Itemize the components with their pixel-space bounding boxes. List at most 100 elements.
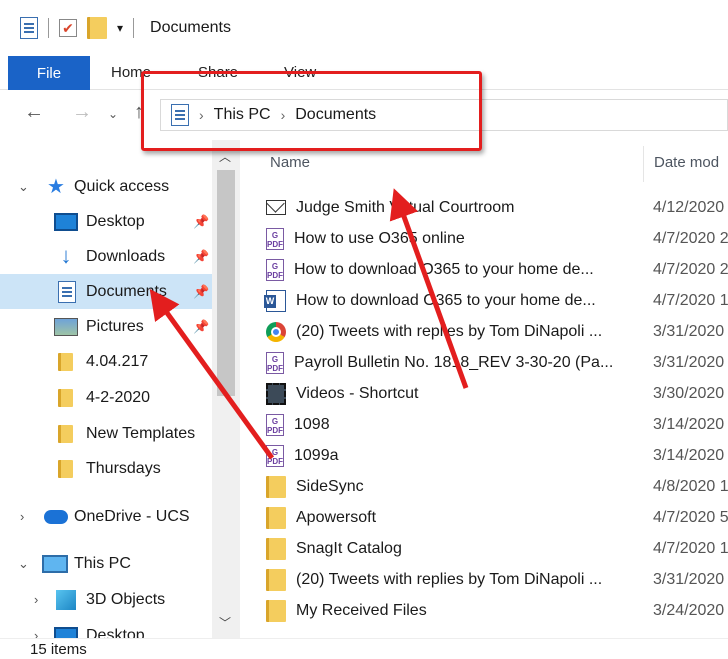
nav-label: Desktop <box>86 626 145 639</box>
forward-arrow-icon[interactable]: → <box>72 101 92 124</box>
file-name: 1098 <box>294 415 330 433</box>
cloud-icon <box>44 509 68 524</box>
column-header-date[interactable]: Date mod <box>654 154 719 171</box>
tab-view[interactable]: View <box>284 64 316 81</box>
file-name: My Received Files <box>296 601 427 619</box>
computer-icon <box>42 554 68 573</box>
breadcrumb-chevron-icon[interactable]: › <box>199 107 204 123</box>
address-bar[interactable]: › This PC › Documents <box>160 99 728 131</box>
nav-item-folder[interactable]: Thursdays <box>0 451 212 486</box>
tab-file[interactable]: File <box>8 56 90 90</box>
breadcrumb-chevron-icon[interactable]: › <box>281 107 286 123</box>
file-name: SnagIt Catalog <box>296 539 402 557</box>
expanded-chevron-icon[interactable]: ⌄ <box>18 556 29 572</box>
pin-icon[interactable]: 📌 <box>193 214 209 230</box>
toolbar-separator <box>48 18 49 38</box>
file-list: Name Date mod Judge Smith Virtual Courtr… <box>240 140 728 638</box>
back-arrow-icon[interactable]: ← <box>24 101 44 124</box>
column-header-name[interactable]: Name <box>270 154 310 171</box>
folder-icon <box>266 599 286 622</box>
nav-item-downloads[interactable]: ↓ Downloads 📌 <box>0 239 212 274</box>
file-row[interactable]: Apowersoft 4/7/2020 5 <box>266 502 728 533</box>
file-date: 3/14/2020 <box>653 446 725 464</box>
video-shortcut-icon <box>266 382 286 405</box>
file-row[interactable]: G PDF How to use O365 online 4/7/2020 2 <box>266 223 728 254</box>
file-row[interactable]: SnagIt Catalog 4/7/2020 1 <box>266 533 728 564</box>
file-date: 4/8/2020 1 <box>653 477 728 495</box>
file-row[interactable]: SideSync 4/8/2020 1 <box>266 471 728 502</box>
pin-icon[interactable]: 📌 <box>193 249 209 265</box>
file-row[interactable]: My Received Files 3/24/2020 <box>266 595 728 626</box>
item-count: 15 items <box>30 641 87 658</box>
nav-3d-objects[interactable]: › 3D Objects <box>0 582 212 617</box>
nav-item-folder[interactable]: 4.04.217 <box>0 344 212 379</box>
window-title: Documents <box>150 19 231 36</box>
folder-icon <box>58 388 73 407</box>
up-arrow-icon[interactable]: ↑ <box>134 101 144 124</box>
file-row[interactable]: Videos - Shortcut 3/30/2020 <box>266 378 728 409</box>
file-name: Payroll Bulletin No. 1818_REV 3-30-20 (P… <box>294 353 614 371</box>
file-row[interactable]: G PDF 1099a 3/14/2020 <box>266 440 728 471</box>
quick-access-dropdown-icon[interactable]: ▾ <box>117 21 123 35</box>
file-name: SideSync <box>296 477 364 495</box>
file-name: How to download O365 to your home de... <box>296 291 596 309</box>
collapsed-chevron-icon[interactable]: › <box>20 509 24 524</box>
nav-onedrive[interactable]: › OneDrive - UCS <box>0 499 212 534</box>
file-date: 3/24/2020 <box>653 601 725 619</box>
documents-location-icon <box>171 104 189 126</box>
column-divider[interactable] <box>643 146 644 182</box>
nav-desktop-pc[interactable]: › Desktop <box>0 618 212 638</box>
file-row[interactable]: G PDF How to download O365 to your home d… <box>266 254 728 285</box>
file-row[interactable]: How to download O365 to your home de... … <box>264 285 728 316</box>
nav-item-pictures[interactable]: Pictures 📌 <box>0 309 212 344</box>
pin-icon[interactable]: 📌 <box>193 284 209 300</box>
file-date: 4/7/2020 1 <box>653 291 728 309</box>
breadcrumb-this-pc[interactable]: This PC <box>214 106 271 124</box>
nav-item-desktop[interactable]: Desktop 📌 <box>0 204 212 239</box>
file-name: How to use O365 online <box>294 229 465 247</box>
file-row[interactable]: (20) Tweets with replies by Tom DiNapoli… <box>266 564 728 595</box>
file-date: 3/14/2020 <box>653 415 725 433</box>
star-icon: ★ <box>47 176 65 198</box>
scroll-down-chevron-icon[interactable]: ﹀ <box>219 614 231 631</box>
file-date: 3/31/2020 <box>653 353 725 371</box>
checkmark-icon[interactable]: ✔ <box>59 19 77 37</box>
recent-locations-chevron-icon[interactable]: ⌄ <box>108 107 118 121</box>
address-row: ← → ⌄ ↑ › This PC › Documents <box>0 91 728 139</box>
scrollbar-thumb[interactable] <box>217 170 235 396</box>
nav-this-pc[interactable]: ⌄ This PC <box>0 546 212 581</box>
breadcrumb-documents[interactable]: Documents <box>295 106 376 124</box>
tab-home[interactable]: Home <box>111 64 151 81</box>
status-bar: 15 items <box>0 638 728 659</box>
nav-item-documents[interactable]: Documents 📌 <box>0 274 212 309</box>
properties-icon[interactable] <box>20 17 38 39</box>
file-row[interactable]: G PDF Payroll Bulletin No. 1818_REV 3-30-… <box>266 347 728 378</box>
nav-item-folder[interactable]: New Templates <box>0 416 212 451</box>
cube-icon <box>56 589 76 610</box>
file-row[interactable]: G PDF 1098 3/14/2020 <box>266 409 728 440</box>
file-row[interactable]: Judge Smith Virtual Courtroom 4/12/2020 <box>266 192 728 223</box>
nav-label: 4.04.217 <box>86 352 149 370</box>
file-date: 3/30/2020 <box>653 384 725 402</box>
folder-icon <box>266 506 286 529</box>
scroll-up-chevron-icon[interactable]: ︿ <box>219 148 231 165</box>
nav-scrollbar[interactable]: ︿ ﹀ <box>212 140 240 638</box>
tab-share[interactable]: Share <box>198 64 238 81</box>
nav-label: 4-2-2020 <box>86 388 151 406</box>
expanded-chevron-icon[interactable]: ⌄ <box>18 179 29 195</box>
documents-icon <box>58 280 76 303</box>
collapsed-chevron-icon[interactable]: › <box>34 592 38 607</box>
nav-label: Documents <box>86 282 167 300</box>
collapsed-chevron-icon[interactable]: › <box>34 628 38 638</box>
folder-icon <box>266 568 286 591</box>
new-folder-icon[interactable] <box>87 17 107 39</box>
file-row[interactable]: (20) Tweets with replies by Tom DiNapoli… <box>266 316 728 347</box>
pdf-icon: G PDF <box>266 413 284 436</box>
mail-icon <box>266 200 286 215</box>
nav-item-folder[interactable]: 4-2-2020 <box>0 380 212 415</box>
nav-label: Downloads <box>86 247 166 265</box>
folder-icon <box>58 459 73 478</box>
pin-icon[interactable]: 📌 <box>193 319 209 335</box>
nav-quick-access[interactable]: ⌄ ★ Quick access <box>0 169 212 204</box>
file-name: Judge Smith Virtual Courtroom <box>296 198 515 216</box>
